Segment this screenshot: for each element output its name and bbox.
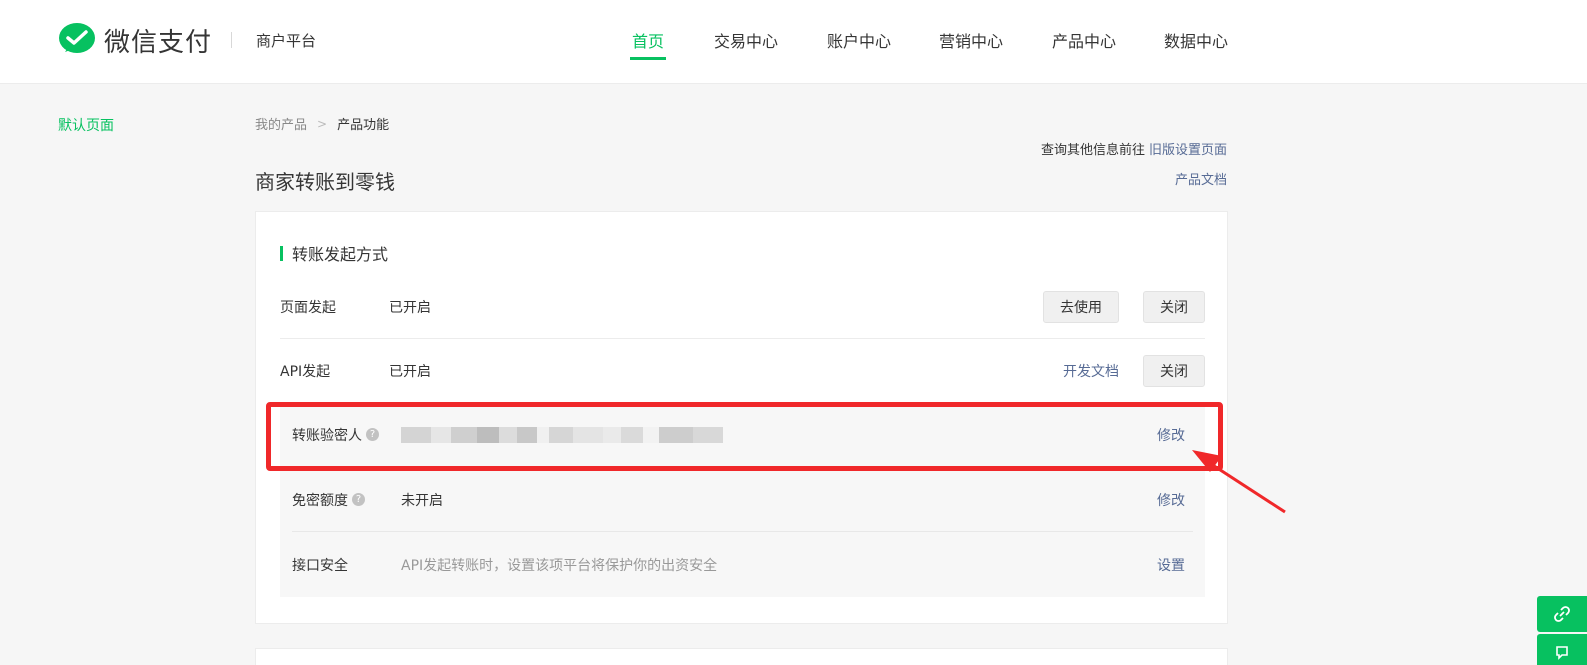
wechat-pay-logo-icon: [59, 23, 95, 53]
old-settings-info: 查询其他信息前往 旧版设置页面: [1041, 139, 1227, 158]
row-status: 已开启: [389, 364, 431, 380]
breadcrumb-parent[interactable]: 我的产品: [255, 114, 307, 133]
section-title-text: 转账发起方式: [292, 245, 389, 264]
row-status: 已开启: [389, 299, 431, 316]
question-circle-icon[interactable]: ?: [352, 493, 365, 506]
api-security-desc: API发起转账时，设置该项平台将保护你的出资安全: [401, 558, 718, 574]
chevron-right-icon: >: [317, 116, 328, 131]
next-card: [255, 648, 1228, 665]
sidebar-item-default-page[interactable]: 默认页面: [58, 115, 114, 135]
settings-link[interactable]: 设置: [1157, 555, 1185, 575]
row-api-initiate: API发起 已开启 开发文档 关闭: [280, 339, 1205, 403]
modify-limit-link[interactable]: 修改: [1157, 490, 1185, 510]
row-label: 页面发起: [280, 299, 336, 316]
close-page-initiate-button[interactable]: 关闭: [1143, 290, 1205, 323]
dev-docs-link[interactable]: 开发文档: [1063, 361, 1119, 381]
sub-label: 免密额度 ?: [292, 490, 365, 510]
row-page-initiate: 页面发起 已开启 去使用 关闭: [280, 275, 1205, 339]
top-navigation-bar: 微信支付 商户平台 首页 交易中心 账户中心 营销中心 产品中心 数据中心: [0, 0, 1587, 84]
nav-item-transactions[interactable]: 交易中心: [714, 28, 778, 62]
logo[interactable]: 微信支付: [58, 22, 212, 58]
nav-item-products[interactable]: 产品中心: [1052, 28, 1116, 62]
limit-label: 免密额度: [292, 492, 348, 509]
product-docs-link[interactable]: 产品文档: [1175, 169, 1227, 188]
feedback-icon[interactable]: [1537, 634, 1587, 665]
section-title: 转账发起方式: [280, 241, 388, 265]
old-settings-prefix: 查询其他信息前往: [1040, 143, 1145, 158]
link-icon[interactable]: [1537, 596, 1587, 632]
annotation-highlight-box: [266, 402, 1223, 471]
nav-item-data[interactable]: 数据中心: [1164, 28, 1228, 62]
close-api-initiate-button[interactable]: 关闭: [1143, 355, 1205, 387]
row-no-password-limit: 免密额度 ? 未开启 修改: [292, 468, 1193, 532]
old-settings-link[interactable]: 旧版设置页面: [1149, 143, 1227, 158]
row-api-security: 接口安全 API发起转账时，设置该项平台将保护你的出资安全 设置: [292, 533, 1193, 597]
api-security-label: 接口安全: [292, 558, 348, 574]
nav-item-home[interactable]: 首页: [629, 28, 667, 62]
logo-text: 微信支付: [104, 27, 213, 58]
go-use-button[interactable]: 去使用: [1043, 290, 1119, 323]
section-accent-bar: [280, 245, 283, 261]
annotation-arrow-icon: [1192, 450, 1286, 514]
floating-toolbar: [1537, 596, 1587, 665]
logo-divider: [231, 32, 232, 48]
row-label: API发起: [280, 364, 331, 380]
limit-status: 未开启: [401, 492, 443, 509]
nav-item-account[interactable]: 账户中心: [827, 28, 891, 62]
breadcrumb: 我的产品 > 产品功能: [255, 114, 390, 134]
platform-name: 商户平台: [256, 32, 317, 50]
nav-item-marketing[interactable]: 营销中心: [939, 28, 1003, 62]
page-title: 商家转账到零钱: [255, 170, 395, 194]
breadcrumb-current: 产品功能: [337, 118, 390, 133]
